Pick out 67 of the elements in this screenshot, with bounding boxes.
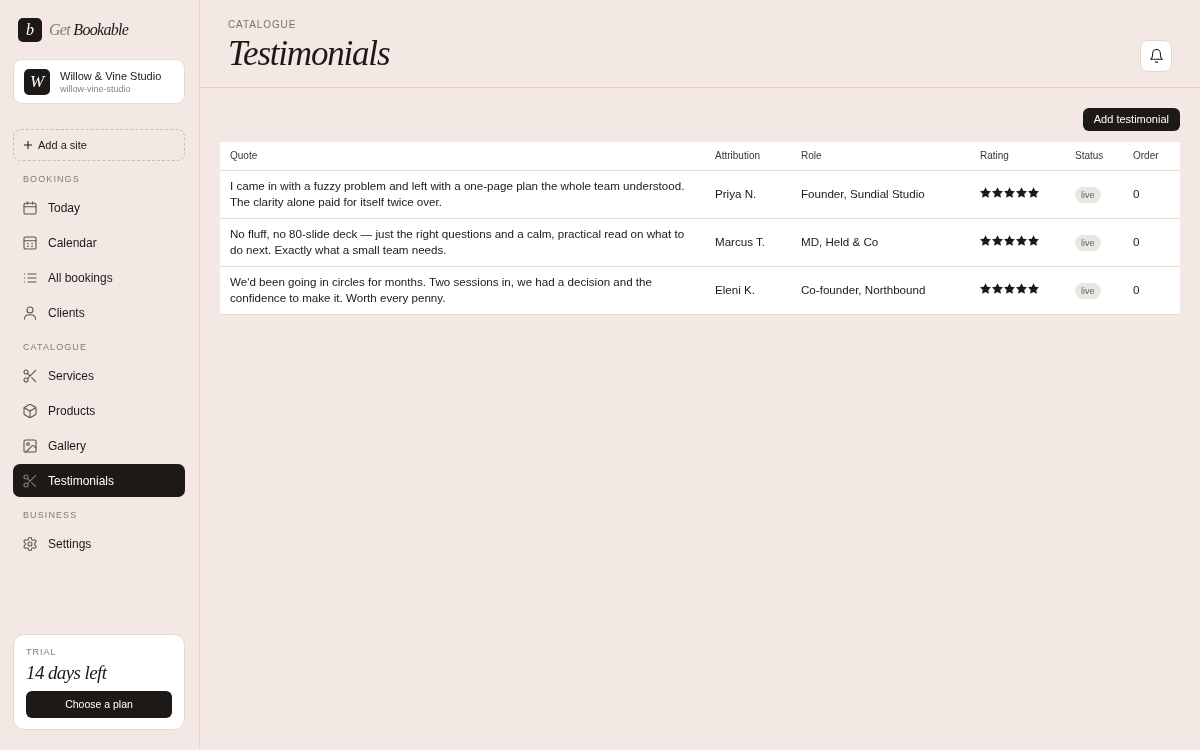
star-icon [1016, 235, 1027, 246]
add-testimonial-button[interactable]: Add testimonial [1082, 108, 1180, 131]
nav-item[interactable]: Testimonials [13, 464, 185, 497]
section-label: BUSINESS [23, 509, 79, 521]
star-icon [1028, 235, 1039, 246]
role-cell: Co-founder, Northbound [791, 266, 970, 314]
star-icon [1028, 187, 1039, 198]
nav-item[interactable]: Services [13, 359, 185, 392]
breadcrumb-label: CATALOGUE [228, 19, 298, 31]
order-cell: 0 [1123, 170, 1180, 218]
quote-cell: I came in with a fuzzy problem and left with a one-page plan the whole team understood. The clarity alone paid for itself twice over. [220, 170, 705, 218]
add-site-button[interactable]: Add a site [13, 129, 185, 161]
quote-cell: No fluff, no 80-slide deck — just the right questions and a calm, practical read on what to do next. Exactly what a small team needs. [220, 218, 705, 266]
star-icon [992, 283, 1003, 294]
plus-icon [24, 141, 32, 149]
section-label: CATALOGUE [23, 341, 89, 353]
star-icon [1016, 187, 1027, 198]
nav-item[interactable]: Calendar [13, 226, 185, 259]
star-icon [980, 235, 991, 246]
scissors-icon [23, 473, 37, 488]
nav-item[interactable]: Settings [13, 527, 185, 560]
calendar-icon [23, 200, 37, 215]
status-badge: live [1075, 234, 1101, 251]
order-cell: 0 [1123, 218, 1180, 266]
settings-icon [23, 536, 37, 551]
trial-days-left: 14 days left [26, 661, 109, 685]
list-icon [23, 270, 37, 285]
status-badge: live [1075, 186, 1101, 203]
star-icon [1004, 283, 1015, 294]
nav-item[interactable]: Gallery [13, 429, 185, 462]
person-icon [23, 305, 37, 320]
order-cell: 0 [1123, 266, 1180, 314]
star-icon [1004, 187, 1015, 198]
attribution-cell: Marcus T. [705, 218, 791, 266]
nav-item[interactable]: Today [13, 191, 185, 224]
star-icon [980, 283, 991, 294]
logo-mark: b [18, 18, 42, 42]
site-slug: willow-vine-studio [60, 82, 132, 95]
cube-icon [23, 403, 37, 418]
choose-plan-button[interactable]: Choose a plan [26, 691, 172, 718]
attribution-cell: Priya N. [705, 170, 791, 218]
image-icon [23, 438, 37, 453]
star-icon [980, 187, 991, 198]
site-name: Willow & Vine Studio [60, 68, 162, 83]
star-icon [1004, 235, 1015, 246]
role-cell: MD, Held & Co [791, 218, 970, 266]
notifications-button[interactable] [1140, 40, 1172, 72]
site-card[interactable]: W Willow & Vine Studio willow-vine-studio [13, 59, 185, 104]
nav-item[interactable]: Products [13, 394, 185, 427]
nav-item[interactable]: Clients [13, 296, 185, 329]
attribution-cell: Eleni K. [705, 266, 791, 314]
star-icon [992, 187, 1003, 198]
trial-label: TRIAL [26, 647, 58, 658]
calendar-icon [23, 235, 37, 250]
nav-item[interactable]: All bookings [13, 261, 185, 294]
bell-icon [1149, 49, 1163, 63]
site-avatar: W [24, 68, 50, 95]
brand-name: Get Bookable [49, 20, 129, 40]
role-cell: Founder, Sundial Studio [791, 170, 970, 218]
star-icon [1016, 283, 1027, 294]
star-icon [1028, 283, 1039, 294]
status-badge: live [1075, 282, 1101, 299]
page-title: Testimonials [228, 35, 390, 73]
quote-cell: We'd been going in circles for months. Two sessions in, we had a decision and the confidence to make it. Worth every penny. [220, 266, 705, 314]
scissors-icon [23, 368, 37, 383]
section-label: BOOKINGS [23, 173, 81, 185]
star-icon [992, 235, 1003, 246]
